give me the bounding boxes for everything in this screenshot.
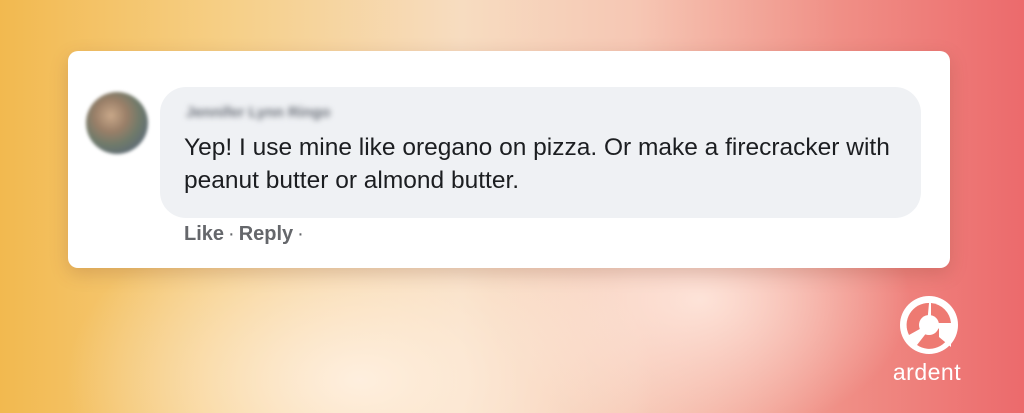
action-separator: · bbox=[297, 223, 304, 245]
brand-name: ardent bbox=[892, 359, 962, 385]
action-separator: · bbox=[228, 223, 235, 245]
comment-text: Yep! I use mine like oregano on pizza. O… bbox=[184, 134, 890, 194]
brand-logo: ardent bbox=[885, 293, 975, 393]
ardent-logo-icon bbox=[900, 296, 958, 354]
reply-button[interactable]: Reply bbox=[239, 223, 293, 245]
avatar[interactable] bbox=[86, 92, 148, 154]
comment-author[interactable]: Jennifer Lynn Ringo bbox=[186, 104, 330, 121]
comment-actions: Like · Reply · bbox=[184, 223, 308, 246]
like-button[interactable]: Like bbox=[184, 223, 224, 245]
